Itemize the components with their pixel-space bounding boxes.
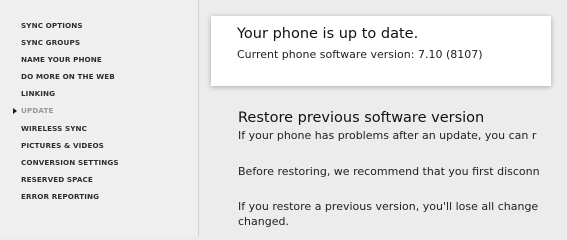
sidebar-item-do-more-on-the-web[interactable]: DO MORE ON THE WEB xyxy=(21,71,119,88)
restore-warning-line: changed. xyxy=(238,215,289,228)
main-panel: Your phone is up to date. Current phone … xyxy=(199,0,567,236)
sidebar-item-label: RESERVED SPACE xyxy=(21,174,93,184)
restore-warning: If you restore a previous version, you'l… xyxy=(238,199,538,229)
sidebar-item-pictures-videos[interactable]: PICTURES & VIDEOS xyxy=(21,140,119,157)
sidebar-item-label: LINKING xyxy=(21,89,56,99)
sidebar-nav: SYNC OPTIONS SYNC GROUPS NAME YOUR PHONE… xyxy=(13,20,119,208)
sidebar-item-label: NAME YOUR PHONE xyxy=(21,55,102,65)
sidebar-item-label: ERROR REPORTING xyxy=(21,191,100,201)
restore-recommendation: Before restoring, we recommend that you … xyxy=(238,165,540,178)
update-status-title: Your phone is up to date. xyxy=(237,26,419,42)
sidebar-item-sync-options[interactable]: SYNC OPTIONS xyxy=(21,20,119,37)
sidebar-item-sync-groups[interactable]: SYNC GROUPS xyxy=(21,37,119,54)
software-version-text: Current phone software version: 7.10 (81… xyxy=(237,48,483,61)
sidebar-item-label: CONVERSION SETTINGS xyxy=(21,157,119,167)
sidebar-item-label: SYNC GROUPS xyxy=(21,38,81,48)
sidebar-item-label: SYNC OPTIONS xyxy=(21,21,83,30)
sidebar-item-update[interactable]: UPDATE xyxy=(13,105,119,122)
sidebar-item-label: PICTURES & VIDEOS xyxy=(21,140,104,150)
sidebar-item-conversion-settings[interactable]: CONVERSION SETTINGS xyxy=(21,157,119,174)
triangle-right-icon xyxy=(13,108,17,115)
sidebar-item-label: UPDATE xyxy=(21,106,54,116)
restore-warning-line: If you restore a previous version, you'l… xyxy=(238,200,539,213)
sidebar-item-label: WIRELESS SYNC xyxy=(21,123,88,133)
sidebar: SYNC OPTIONS SYNC GROUPS NAME YOUR PHONE… xyxy=(0,0,199,236)
sidebar-item-error-reporting[interactable]: ERROR REPORTING xyxy=(21,191,119,208)
sidebar-item-wireless-sync[interactable]: WIRELESS SYNC xyxy=(21,123,119,140)
sidebar-item-name-your-phone[interactable]: NAME YOUR PHONE xyxy=(21,54,119,71)
sidebar-item-linking[interactable]: LINKING xyxy=(21,88,119,105)
sidebar-item-label: DO MORE ON THE WEB xyxy=(21,72,115,82)
restore-section-title: Restore previous software version xyxy=(238,110,485,126)
update-status-card: Your phone is up to date. Current phone … xyxy=(211,16,551,86)
restore-description: If your phone has problems after an upda… xyxy=(238,129,537,142)
sidebar-item-reserved-space[interactable]: RESERVED SPACE xyxy=(21,174,119,191)
